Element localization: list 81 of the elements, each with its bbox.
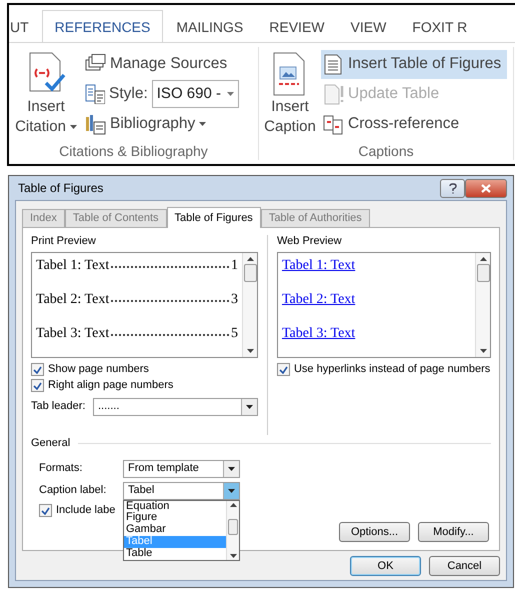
dialog-tab[interactable]: Table of Figures <box>166 207 261 228</box>
ribbon-tab[interactable]: VIEW <box>338 10 400 42</box>
ribbon-button[interactable]: Bibliography <box>83 110 239 138</box>
entry-text: Tabel 2: Text <box>36 290 110 308</box>
dialog-button[interactable]: Options... <box>339 522 410 542</box>
checkbox[interactable] <box>31 379 44 392</box>
caret-icon <box>70 125 77 129</box>
dropdown-field[interactable]: Tabel <box>123 482 240 500</box>
close-button[interactable] <box>465 178 507 198</box>
page-number: 3 <box>231 290 238 308</box>
entry-text: Tabel 1: Text <box>36 256 110 274</box>
check-icon <box>278 366 288 374</box>
dropdown-option[interactable]: Table <box>124 548 226 560</box>
caret-icon <box>199 122 206 126</box>
scroll-thumb[interactable] <box>244 264 256 282</box>
scroll-down-icon <box>480 348 486 352</box>
dialog-button[interactable]: OK <box>350 556 421 576</box>
scroll-up-icon <box>480 256 486 260</box>
entry-text: Tabel 3: Text <box>36 324 110 342</box>
ribbon-tab[interactable]: UT <box>9 10 42 42</box>
field-label: Caption label: <box>39 483 108 498</box>
checkbox-label: Show page numbers <box>48 362 149 378</box>
style-icon <box>85 84 105 104</box>
help-icon <box>448 182 456 194</box>
cross-reference-icon <box>323 114 344 134</box>
preview-label: Web Preview <box>276 234 343 249</box>
checkbox[interactable] <box>276 363 290 376</box>
checkbox-label: Right align page numbers <box>48 378 174 394</box>
caret-icon <box>228 466 235 470</box>
section-label: General <box>31 436 70 451</box>
preview-link[interactable]: Tabel 3: Text <box>282 322 356 344</box>
field-label: Formats: <box>39 461 84 476</box>
scroll-up-icon <box>246 256 254 260</box>
ribbon-tab[interactable]: FOXIT R <box>399 10 480 42</box>
ribbon-tab[interactable]: REVIEW <box>256 10 338 42</box>
caret-icon <box>246 404 253 408</box>
ribbon-button[interactable]: Manage Sources <box>83 50 239 78</box>
document-icon <box>323 54 344 74</box>
preview-label: Print Preview <box>31 234 97 249</box>
ribbon-button[interactable]: Insert Table of Figures <box>321 50 508 78</box>
page-number: 1 <box>231 256 238 274</box>
caret-icon <box>228 488 235 492</box>
scrollbar[interactable] <box>242 252 257 356</box>
citation-button[interactable]: Insert Citation <box>9 47 83 141</box>
scrollbar[interactable] <box>226 500 239 560</box>
checkbox[interactable] <box>31 363 44 376</box>
dialog-button[interactable]: Cancel <box>429 556 500 576</box>
help-button[interactable] <box>440 178 465 198</box>
checkbox[interactable] <box>39 504 52 517</box>
checkbox-label: Include labe <box>56 503 116 518</box>
window-title: Table of Figures <box>17 180 104 197</box>
check-icon <box>41 506 50 514</box>
dropdown-option[interactable]: Equation <box>124 500 226 512</box>
dropdown-field[interactable]: From template <box>123 460 240 478</box>
style-dropdown[interactable]: ISO 690 - <box>152 80 239 108</box>
scroll-thumb[interactable] <box>476 264 490 282</box>
preview-link[interactable]: Tabel 2: Text <box>282 288 356 310</box>
ribbon-tab[interactable]: MAILINGS <box>163 10 256 42</box>
group-title: Captions <box>357 142 415 161</box>
field-label: Tab leader: <box>31 399 86 414</box>
caret-icon <box>226 92 234 96</box>
checkbox-label: Use hyperlinks instead of page numbers <box>294 362 490 378</box>
dropdown-option[interactable]: Figure <box>124 512 226 524</box>
scroll-up-icon <box>230 502 236 506</box>
style-label: Style: <box>109 84 148 104</box>
scroll-down-icon <box>230 554 236 558</box>
page-number: 5 <box>231 324 238 342</box>
dropdown-field[interactable]: ....... <box>93 398 258 416</box>
bibliography-icon <box>85 114 106 134</box>
ribbon-tab[interactable]: REFERENCES <box>42 10 164 42</box>
preview-link[interactable]: Tabel 1: Text <box>282 254 356 276</box>
scrollbar[interactable] <box>475 252 490 356</box>
caption-button[interactable]: Insert Caption <box>259 47 321 141</box>
close-icon <box>481 184 491 192</box>
ribbon-button[interactable]: Cross-reference <box>321 110 508 138</box>
scroll-down-icon <box>246 348 254 352</box>
dialog-button[interactable]: Modify... <box>418 522 489 542</box>
dropdown-option[interactable]: Gambar <box>124 524 226 536</box>
document-icon <box>323 84 344 104</box>
group-title: Citations & Bibliography <box>58 142 209 161</box>
scroll-thumb[interactable] <box>228 518 238 534</box>
